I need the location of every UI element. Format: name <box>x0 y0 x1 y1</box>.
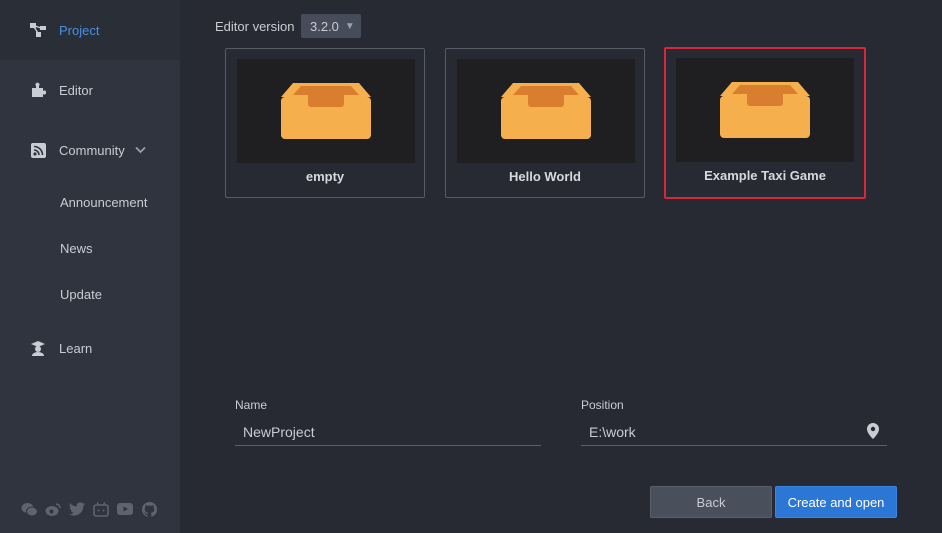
name-label: Name <box>235 398 268 412</box>
position-label: Position <box>581 398 624 412</box>
sidebar-item-editor[interactable]: Editor <box>0 60 180 120</box>
position-field[interactable]: E:\work <box>581 418 887 446</box>
box-icon <box>720 82 810 138</box>
editor-version-select[interactable]: 3.2.0 ▼ <box>301 14 361 38</box>
dropdown-arrow-icon: ▼ <box>344 20 355 32</box>
editor-version-value: 3.2.0 <box>310 18 339 34</box>
sidebar-item-label: Learn <box>59 340 93 356</box>
rss-icon <box>29 141 47 159</box>
youtube-icon[interactable] <box>116 500 134 518</box>
sidebar-subitem-announcement[interactable]: Announcement <box>60 195 147 210</box>
template-title: Hello World <box>509 169 581 184</box>
template-card-empty[interactable]: empty <box>225 48 425 198</box>
social-links <box>20 500 158 518</box>
template-thumbnail <box>676 58 854 162</box>
template-card-example-taxi-game[interactable]: Example Taxi Game <box>664 47 866 199</box>
name-field[interactable]: NewProject <box>235 418 541 446</box>
editor-version-label: Editor version <box>215 19 295 34</box>
sidebar-item-label: Editor <box>59 82 93 98</box>
puzzle-icon <box>29 81 47 99</box>
sidebar: Project Editor Community Announcement Ne… <box>0 0 180 533</box>
sidebar-item-project[interactable]: Project <box>0 0 180 60</box>
box-icon <box>501 83 591 139</box>
template-thumbnail <box>237 59 415 163</box>
position-value: E:\work <box>589 423 636 440</box>
back-button[interactable]: Back <box>650 486 772 518</box>
github-icon[interactable] <box>140 500 158 518</box>
create-and-open-button[interactable]: Create and open <box>775 486 897 518</box>
name-value: NewProject <box>243 423 315 440</box>
bilibili-icon[interactable] <box>92 500 110 518</box>
project-icon <box>29 21 47 39</box>
sidebar-item-label: Project <box>59 22 100 38</box>
sidebar-item-community[interactable]: Community <box>0 120 180 180</box>
graduation-cap-icon <box>29 339 47 357</box>
template-card-hello-world[interactable]: Hello World <box>445 48 645 198</box>
template-title: empty <box>305 169 345 184</box>
sidebar-item-learn[interactable]: Learn <box>0 318 180 378</box>
sidebar-item-label: Community <box>59 142 125 158</box>
sidebar-subitem-update[interactable]: Update <box>60 287 102 302</box>
template-title: Example Taxi Game <box>704 168 826 183</box>
sidebar-subitem-news[interactable]: News <box>60 241 93 256</box>
location-pin-icon[interactable] <box>867 423 879 442</box>
box-icon <box>281 83 371 139</box>
wechat-icon[interactable] <box>20 500 38 518</box>
template-thumbnail <box>457 59 635 163</box>
weibo-icon[interactable] <box>44 500 62 518</box>
twitter-icon[interactable] <box>68 500 86 518</box>
chevron-down-icon <box>135 146 146 154</box>
